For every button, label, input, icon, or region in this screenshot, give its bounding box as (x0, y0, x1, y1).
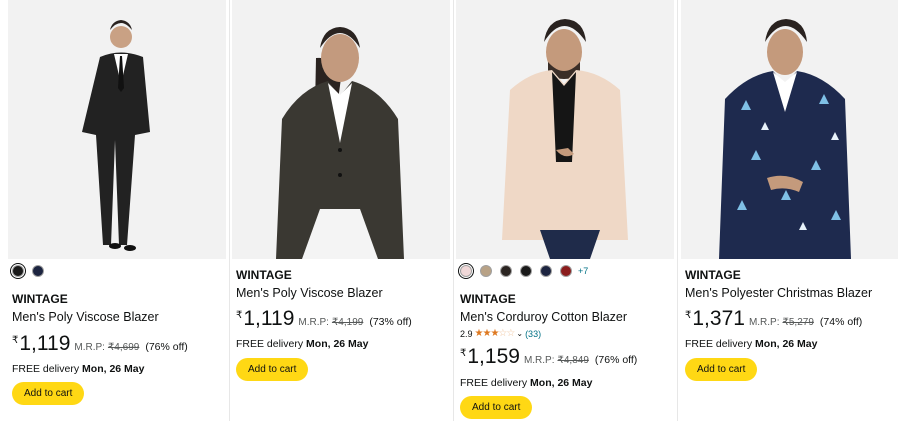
brand-name: WINTAGE (685, 268, 741, 282)
product-image[interactable] (456, 0, 674, 259)
color-swatches (12, 265, 44, 277)
price-row: ₹ 1,371 M.R.P: ₹5,279 (74% off) (685, 307, 862, 331)
add-to-cart-button[interactable]: Add to cart (685, 358, 758, 381)
product-card[interactable]: WINTAGE Men's Polyester Christmas Blazer… (681, 0, 898, 421)
price: 1,159 (467, 345, 520, 368)
price: 1,119 (243, 307, 295, 330)
man-in-black-suit-image (82, 20, 150, 251)
mrp-value: ₹4,199 (331, 317, 364, 328)
price-row: ₹ 1,159 M.R.P: ₹4,849 (76% off) (460, 345, 637, 369)
currency-symbol: ₹ (685, 310, 692, 321)
color-swatch[interactable] (560, 265, 572, 277)
rating-value: 2.9 (460, 328, 473, 339)
price-row: ₹ 1,119 M.R.P: ₹4,199 (73% off) (236, 307, 412, 331)
chevron-down-icon[interactable]: ⌄ (516, 329, 523, 338)
product-title[interactable]: Men's Poly Viscose Blazer (12, 310, 159, 324)
color-swatch[interactable] (32, 265, 44, 277)
mrp-value: ₹4,699 (107, 342, 140, 353)
discount: (76% off) (145, 341, 188, 353)
color-swatch[interactable] (520, 265, 532, 277)
price-row: ₹ 1,119 M.R.P: ₹4,699 (76% off) (12, 332, 188, 356)
product-image[interactable] (232, 0, 450, 259)
discount: (74% off) (819, 316, 863, 328)
mrp-label: M.R.P: (523, 355, 555, 366)
discount: (76% off) (594, 354, 638, 366)
brand-name: WINTAGE (12, 292, 68, 306)
product-image[interactable] (681, 0, 898, 259)
delivery-date: Mon, 26 May (82, 363, 145, 375)
delivery-date: Mon, 26 May (306, 338, 369, 350)
brand-name: WINTAGE (236, 268, 292, 282)
product-title[interactable]: Men's Corduroy Cotton Blazer (460, 310, 627, 324)
man-in-dark-grey-blazer-image (276, 27, 404, 259)
delivery-date: Mon, 26 May (530, 377, 593, 389)
star-rating-icon: ★★★☆☆ (474, 328, 516, 339)
man-in-beige-blazer-image (502, 19, 628, 259)
delivery-info: FREE delivery Mon, 26 May (12, 363, 144, 375)
brand-name: WINTAGE (460, 292, 516, 306)
delivery-label: FREE delivery (236, 338, 304, 350)
product-card[interactable]: WINTAGE Men's Poly Viscose Blazer ₹ 1,11… (8, 0, 230, 421)
add-to-cart-button[interactable]: Add to cart (460, 396, 533, 419)
rating-count[interactable]: (33) (525, 329, 541, 339)
product-title[interactable]: Men's Polyester Christmas Blazer (685, 286, 872, 300)
product-title[interactable]: Men's Poly Viscose Blazer (236, 286, 383, 300)
delivery-label: FREE delivery (12, 363, 80, 375)
price: 1,371 (692, 307, 745, 330)
delivery-date: Mon, 26 May (755, 338, 818, 350)
add-to-cart-button[interactable]: Add to cart (236, 358, 309, 381)
price: 1,119 (19, 332, 71, 355)
product-card[interactable]: +7 WINTAGE Men's Corduroy Cotton Blazer … (456, 0, 678, 421)
currency-symbol: ₹ (236, 310, 243, 321)
man-in-christmas-print-blazer-image (719, 19, 851, 259)
delivery-label: FREE delivery (685, 338, 753, 350)
more-colors-link[interactable]: +7 (578, 266, 588, 276)
discount: (73% off) (369, 316, 412, 328)
mrp-value: ₹4,849 (557, 355, 589, 366)
product-image[interactable] (8, 0, 226, 259)
mrp-label: M.R.P: (74, 342, 105, 353)
mrp-value: ₹5,279 (782, 317, 814, 328)
product-card[interactable]: WINTAGE Men's Poly Viscose Blazer ₹ 1,11… (232, 0, 454, 421)
delivery-info: FREE delivery Mon, 26 May (460, 377, 592, 389)
delivery-info: FREE delivery Mon, 26 May (236, 338, 368, 350)
color-swatch[interactable] (500, 265, 512, 277)
add-to-cart-button[interactable]: Add to cart (12, 382, 85, 405)
mrp-label: M.R.P: (298, 317, 329, 328)
color-swatch[interactable] (480, 265, 492, 277)
color-swatch[interactable] (460, 265, 472, 277)
mrp-label: M.R.P: (748, 317, 780, 328)
rating-row[interactable]: 2.9 ★★★☆☆ ⌄ (33) (460, 328, 541, 339)
color-swatch[interactable] (12, 265, 24, 277)
currency-symbol: ₹ (12, 335, 19, 346)
color-swatch[interactable] (540, 265, 552, 277)
delivery-info: FREE delivery Mon, 26 May (685, 338, 817, 350)
delivery-label: FREE delivery (460, 377, 528, 389)
color-swatches: +7 (460, 265, 588, 277)
currency-symbol: ₹ (460, 348, 467, 359)
